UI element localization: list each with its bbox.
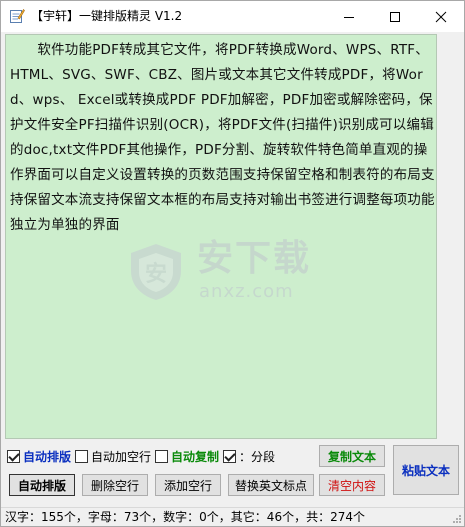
paste-text-button[interactable]: 粘贴文本 bbox=[393, 445, 459, 495]
app-window: 【宇轩】一键排版精灵 V1.2 软件功能PDF转成其它文件，将PDF转换成Wor… bbox=[0, 0, 465, 527]
window-title: 【宇轩】一键排版精灵 V1.2 bbox=[31, 9, 183, 23]
close-button[interactable] bbox=[418, 1, 464, 32]
maximize-button[interactable] bbox=[372, 1, 418, 32]
auto-format-option[interactable]: 自动排版 bbox=[7, 448, 71, 465]
status-text: 汉字：155个，字母：73个，数字：0个，其它：46个，共：274个 bbox=[5, 510, 365, 524]
auto-blank-line-checkbox[interactable] bbox=[75, 449, 89, 463]
title-bar[interactable]: 【宇轩】一键排版精灵 V1.2 bbox=[1, 1, 464, 32]
auto-copy-label: 自动复制 bbox=[171, 449, 220, 464]
clear-content-button[interactable]: 清空内容 bbox=[319, 474, 385, 496]
minimize-icon bbox=[344, 16, 354, 18]
watermark-domain: anxz.com bbox=[199, 281, 294, 302]
auto-blank-line-option[interactable]: 自动加空行 bbox=[75, 448, 151, 465]
auto-blank-line-label: 自动加空行 bbox=[91, 449, 152, 464]
editor-scrollbar-area bbox=[438, 34, 463, 439]
copy-text-button[interactable]: 复制文本 bbox=[319, 445, 385, 467]
paragraph-checkbox[interactable] bbox=[223, 449, 237, 463]
delete-blank-lines-button[interactable]: 删除空行 bbox=[82, 474, 148, 496]
minimize-button[interactable] bbox=[326, 1, 372, 32]
replace-punctuation-button[interactable]: 替换英文标点 bbox=[228, 474, 314, 496]
auto-copy-option[interactable]: 自动复制 bbox=[155, 448, 219, 465]
auto-format-checkbox[interactable] bbox=[7, 449, 20, 463]
resize-grip-icon[interactable] bbox=[452, 514, 462, 524]
status-bar: 汉字：155个，字母：73个，数字：0个，其它：46个，共：274个 bbox=[1, 507, 464, 526]
options-row: 自动排版 自动加空行 自动复制 ：分段 bbox=[7, 446, 279, 466]
add-blank-lines-button[interactable]: 添加空行 bbox=[155, 474, 221, 496]
editor-content[interactable]: 软件功能PDF转成其它文件，将PDF转换成Word、WPS、RTF、HTML、S… bbox=[10, 38, 436, 238]
svg-text:安: 安 bbox=[145, 261, 167, 287]
auto-copy-checkbox[interactable] bbox=[155, 449, 169, 463]
shield-logo-icon: 安 bbox=[131, 244, 181, 300]
close-icon bbox=[435, 11, 447, 22]
paragraph-option[interactable]: ：分段 bbox=[223, 448, 275, 465]
notepad-icon bbox=[9, 8, 25, 24]
text-editor[interactable]: 软件功能PDF转成其它文件，将PDF转换成Word、WPS、RTF、HTML、S… bbox=[5, 34, 437, 439]
paragraph-label: ：分段 bbox=[239, 449, 276, 464]
maximize-icon bbox=[390, 11, 400, 22]
watermark: 安 安下载 anxz.com bbox=[125, 239, 345, 309]
auto-format-button[interactable]: 自动排版 bbox=[9, 474, 75, 496]
watermark-brand: 安下载 bbox=[197, 238, 312, 279]
auto-format-label: 自动排版 bbox=[23, 449, 72, 464]
